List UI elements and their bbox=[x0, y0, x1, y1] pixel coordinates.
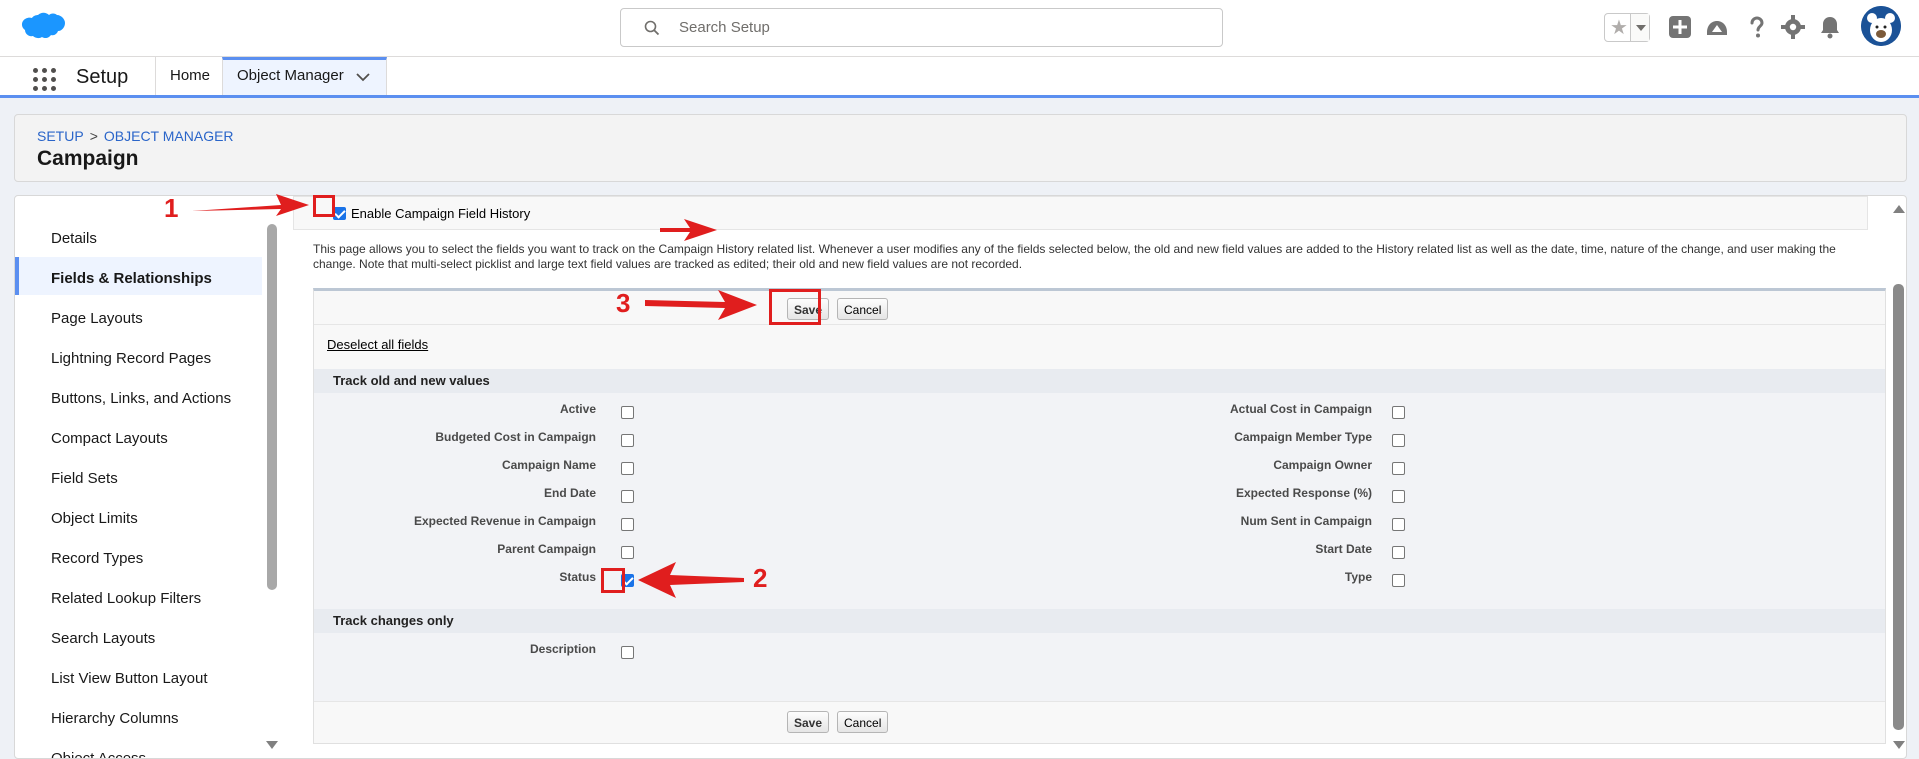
app-launcher-icon[interactable] bbox=[32, 67, 56, 91]
step-number-3: 3 bbox=[616, 288, 631, 318]
field-checkbox-end-date[interactable] bbox=[621, 490, 634, 503]
field-checkbox-campaign-name[interactable] bbox=[621, 462, 634, 475]
save-button-bottom[interactable]: Save bbox=[787, 711, 830, 733]
sidebar-item-related-lookup-filters[interactable]: Related Lookup Filters bbox=[15, 577, 262, 615]
field-label-active: Active bbox=[559, 402, 596, 416]
add-icon[interactable] bbox=[1667, 14, 1693, 40]
gear-icon[interactable] bbox=[1780, 14, 1806, 40]
field-checkbox-description[interactable] bbox=[621, 646, 634, 659]
cancel-button-top[interactable]: Cancel bbox=[837, 298, 889, 320]
section-track-changes: Track changes only bbox=[314, 609, 1885, 633]
field-history-content: Enable Campaign Field History This page … bbox=[293, 196, 1888, 758]
main-card: Details Fields & Relationships Page Layo… bbox=[14, 195, 1907, 759]
global-header: Search Setup ★ bbox=[0, 0, 1919, 57]
intro-text: This page allows you to select the field… bbox=[313, 242, 1836, 271]
sidebar-scroll-thumb[interactable] bbox=[267, 224, 277, 590]
sidebar-item-compact-layouts[interactable]: Compact Layouts bbox=[15, 417, 262, 455]
breadcrumb-object-manager[interactable]: OBJECT MANAGER bbox=[104, 128, 234, 144]
help-icon[interactable] bbox=[1744, 14, 1770, 40]
field-label-actual-cost: Actual Cost in Campaign bbox=[1229, 402, 1372, 416]
enable-history-row: Enable Campaign Field History bbox=[293, 196, 1868, 230]
field-label-expected-revenue: Expected Revenue in Campaign bbox=[413, 514, 596, 528]
section-track-old-new-body: Active Budgeted Cost in Campaign Campaig… bbox=[314, 393, 1885, 609]
field-label-parent-campaign: Parent Campaign bbox=[497, 542, 596, 556]
sidebar-item-lightning-record-pages[interactable]: Lightning Record Pages bbox=[15, 337, 262, 375]
field-label-member-type: Campaign Member Type bbox=[1234, 430, 1372, 444]
field-checkbox-num-sent[interactable] bbox=[1392, 518, 1405, 531]
field-checkbox-parent-campaign[interactable] bbox=[621, 546, 634, 559]
field-label-budgeted-cost: Budgeted Cost in Campaign bbox=[435, 430, 596, 444]
content-scroll-up-icon[interactable] bbox=[1893, 205, 1905, 213]
step-number-1: 1 bbox=[164, 193, 179, 223]
context-bar: Setup Home Object Manager bbox=[0, 57, 1919, 98]
field-label-num-sent: Num Sent in Campaign bbox=[1240, 514, 1372, 528]
field-checkbox-member-type[interactable] bbox=[1392, 434, 1405, 447]
favorites-button[interactable]: ★ bbox=[1604, 13, 1650, 42]
sidebar-item-fields-relationships[interactable]: Fields & Relationships bbox=[15, 257, 262, 295]
bear-avatar-icon bbox=[1861, 6, 1901, 46]
tab-home[interactable]: Home bbox=[155, 57, 224, 95]
field-checkbox-actual-cost[interactable] bbox=[1392, 406, 1405, 419]
field-label-type: Type bbox=[1344, 570, 1372, 584]
page-title: Campaign bbox=[37, 147, 139, 170]
sidebar-scroll-down-icon[interactable] bbox=[266, 741, 278, 749]
field-checkbox-start-date[interactable] bbox=[1392, 546, 1405, 559]
breadcrumb-setup[interactable]: SETUP bbox=[37, 128, 84, 144]
favorites-dropdown-icon[interactable] bbox=[1630, 14, 1649, 41]
section-track-changes-body: Description bbox=[314, 633, 1885, 705]
sidebar-item-buttons-links-actions[interactable]: Buttons, Links, and Actions bbox=[15, 377, 262, 415]
chevron-down-icon[interactable] bbox=[356, 72, 370, 82]
field-label-expected-response: Expected Response (%) bbox=[1235, 486, 1372, 500]
sidebar-item-list-view-button-layout[interactable]: List View Button Layout bbox=[15, 657, 262, 695]
step-number-2: 2 bbox=[753, 563, 768, 593]
sidebar-item-field-sets[interactable]: Field Sets bbox=[15, 457, 262, 495]
search-icon bbox=[644, 20, 660, 36]
field-checkbox-campaign-owner[interactable] bbox=[1392, 462, 1405, 475]
field-label-end-date: End Date bbox=[543, 486, 596, 500]
tab-object-manager-label: Object Manager bbox=[237, 67, 344, 84]
favorites-star-icon[interactable]: ★ bbox=[1609, 17, 1629, 39]
trailhead-icon[interactable] bbox=[1704, 14, 1730, 40]
field-label-description: Description bbox=[529, 642, 596, 656]
salesforce-cloud-logo[interactable] bbox=[18, 11, 66, 45]
cancel-button-bottom[interactable]: Cancel bbox=[837, 711, 889, 733]
search-setup-input[interactable]: Search Setup bbox=[620, 8, 1223, 47]
avatar[interactable] bbox=[1861, 6, 1901, 46]
breadcrumb-separator: > bbox=[89, 128, 98, 144]
content-scroll-down-icon[interactable] bbox=[1893, 741, 1905, 749]
field-checkbox-expected-revenue[interactable] bbox=[621, 518, 634, 531]
search-placeholder: Search Setup bbox=[679, 19, 770, 36]
field-label-status: Status bbox=[559, 570, 596, 584]
tab-object-manager[interactable]: Object Manager bbox=[222, 57, 387, 95]
object-sidebar: Details Fields & Relationships Page Layo… bbox=[15, 196, 265, 758]
page-header: SETUP > OBJECT MANAGER Campaign bbox=[14, 114, 1907, 182]
field-label-campaign-name: Campaign Name bbox=[501, 458, 596, 472]
top-button-bar: Save Cancel bbox=[314, 291, 1885, 325]
app-name: Setup bbox=[76, 66, 129, 88]
field-checkbox-type[interactable] bbox=[1392, 574, 1405, 587]
field-label-start-date: Start Date bbox=[1315, 542, 1372, 556]
breadcrumb: SETUP > OBJECT MANAGER bbox=[37, 128, 234, 144]
field-checkbox-expected-response[interactable] bbox=[1392, 490, 1405, 503]
sidebar-item-record-types[interactable]: Record Types bbox=[15, 537, 262, 575]
sidebar-item-object-limits[interactable]: Object Limits bbox=[15, 497, 262, 535]
sidebar-item-hierarchy-columns[interactable]: Hierarchy Columns bbox=[15, 697, 262, 735]
fields-block: Save Cancel Deselect all fields Track ol… bbox=[313, 288, 1886, 744]
content-scroll-thumb[interactable] bbox=[1893, 284, 1904, 730]
sidebar-item-details[interactable]: Details bbox=[15, 217, 262, 255]
section-track-old-new: Track old and new values bbox=[314, 369, 1885, 393]
highlight-box-save bbox=[769, 289, 821, 325]
sidebar-item-object-access[interactable]: Object Access bbox=[15, 737, 262, 758]
field-checkbox-budgeted-cost[interactable] bbox=[621, 434, 634, 447]
field-label-campaign-owner: Campaign Owner bbox=[1273, 458, 1372, 472]
highlight-box-status bbox=[601, 568, 625, 593]
enable-history-label: Enable Campaign Field History bbox=[351, 206, 531, 221]
bottom-button-bar: Save Cancel bbox=[314, 701, 1885, 743]
highlight-box-enable bbox=[313, 195, 335, 217]
deselect-all-link[interactable]: Deselect all fields bbox=[327, 337, 428, 352]
bell-icon[interactable] bbox=[1817, 14, 1843, 40]
sidebar-item-search-layouts[interactable]: Search Layouts bbox=[15, 617, 262, 655]
sidebar-item-page-layouts[interactable]: Page Layouts bbox=[15, 297, 262, 335]
field-checkbox-active[interactable] bbox=[621, 406, 634, 419]
